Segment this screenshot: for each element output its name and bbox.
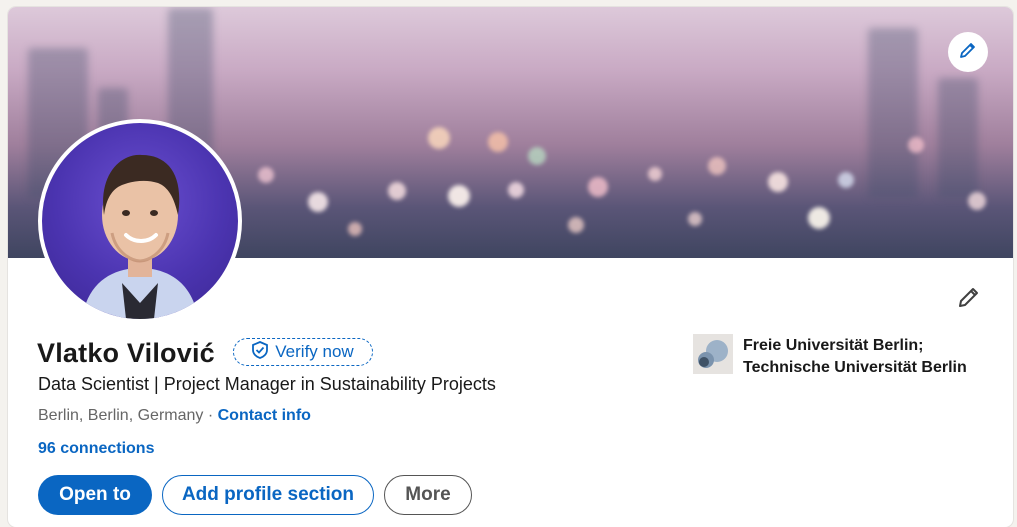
education-names: Freie Universität Berlin; Technische Uni… [743,335,967,379]
location-row: Berlin, Berlin, Germany · Contact info [38,407,311,425]
separator: · [203,407,218,424]
pencil-icon [956,284,982,315]
profile-name: Vlatko Vilović [37,338,215,368]
add-profile-section-button[interactable]: Add profile section [162,475,374,515]
pencil-icon [958,40,978,65]
edit-intro-button[interactable] [954,284,984,314]
open-to-button[interactable]: Open to [38,475,152,515]
university-logo [693,334,733,374]
edit-cover-button[interactable] [948,32,988,72]
verify-now-button[interactable]: Verify now [233,338,373,366]
contact-info-link[interactable]: Contact info [218,407,311,424]
education-summary[interactable]: Freie Universität Berlin; Technische Uni… [693,334,967,379]
avatar-photo [82,154,198,319]
avatar[interactable] [38,119,242,323]
verify-now-label: Verify now [275,342,354,361]
location-text: Berlin, Berlin, Germany [38,407,204,424]
more-button[interactable]: More [384,475,472,515]
shield-check-icon [252,340,269,364]
connections-link[interactable]: 96 connections [38,440,154,458]
education-line-2: Technische Universität Berlin [743,359,967,376]
education-line-1: Freie Universität Berlin; [743,337,924,354]
profile-headline: Data Scientist | Project Manager in Sust… [38,374,496,394]
profile-card: Vlatko Vilović Verify now Data Scientist… [8,7,1013,527]
